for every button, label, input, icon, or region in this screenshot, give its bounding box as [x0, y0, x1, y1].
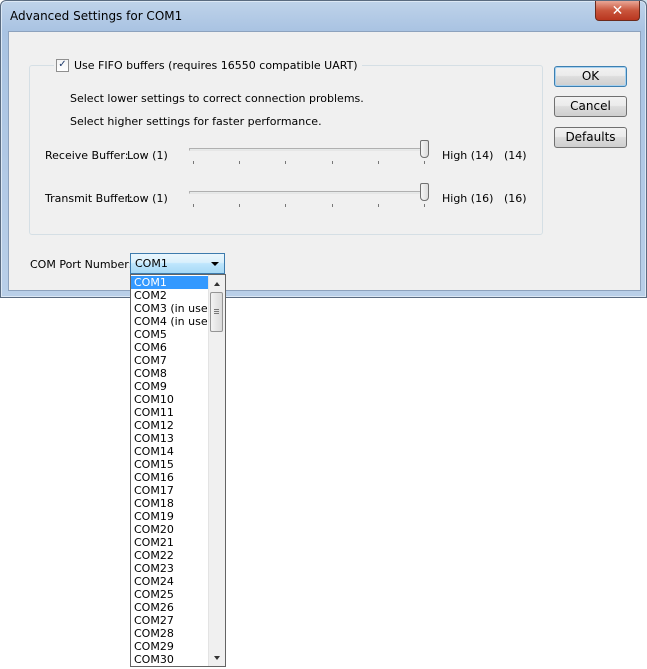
com-port-option[interactable]: COM30: [131, 653, 209, 666]
scrollbar-thumb[interactable]: [210, 292, 223, 332]
com-port-option[interactable]: COM21: [131, 536, 209, 549]
com-port-option[interactable]: COM16: [131, 471, 209, 484]
com-port-option[interactable]: COM17: [131, 484, 209, 497]
grip-line: [214, 313, 219, 314]
checkmark-icon: ✓: [58, 59, 67, 70]
com-port-option[interactable]: COM29: [131, 640, 209, 653]
com-port-dropdown-list[interactable]: COM1 COM2 COM3 (in use) COM4 (in use) COM5 CO…: [130, 274, 226, 667]
com-port-option[interactable]: COM26: [131, 601, 209, 614]
chevron-down-icon[interactable]: [211, 262, 219, 266]
com-port-option[interactable]: COM8: [131, 367, 209, 380]
transmit-buffer-label: Transmit Buffer:: [45, 192, 133, 205]
transmit-high-label: High (16): [442, 192, 494, 205]
scroll-up-button[interactable]: [209, 275, 225, 292]
dialog-window: Advanced Settings for COM1 ✕ ✓ Use FIFO …: [0, 0, 647, 298]
fifo-label: Use FIFO buffers (requires 16550 compati…: [74, 58, 358, 72]
arrow-down-icon: [214, 655, 220, 660]
slider-tick: [378, 161, 379, 164]
ok-button[interactable]: OK: [554, 66, 627, 87]
fifo-checkbox-row[interactable]: ✓ Use FIFO buffers (requires 16550 compa…: [54, 57, 362, 73]
slider-tick: [285, 161, 286, 164]
com-port-option[interactable]: COM13: [131, 432, 209, 445]
slider-tick: [378, 204, 379, 207]
slider-tick: [193, 204, 194, 207]
slider-tick: [285, 204, 286, 207]
receive-high-label: High (14): [442, 149, 494, 162]
com-port-option[interactable]: COM5: [131, 328, 209, 341]
close-icon: ✕: [611, 2, 624, 19]
receive-slider-track: [189, 148, 429, 151]
com-port-option[interactable]: COM22: [131, 549, 209, 562]
close-button[interactable]: ✕: [595, 1, 640, 21]
slider-tick: [424, 204, 425, 207]
com-port-option[interactable]: COM6: [131, 341, 209, 354]
com-port-label: COM Port Number:: [30, 258, 133, 271]
com-port-option[interactable]: COM2: [131, 289, 209, 302]
com-port-option[interactable]: COM3 (in use): [131, 302, 212, 315]
com-port-option[interactable]: COM20: [131, 523, 209, 536]
transmit-low-label: Low (1): [127, 192, 168, 205]
grip-line: [214, 311, 219, 312]
hint-lower: Select lower settings to correct connect…: [70, 92, 364, 105]
cancel-button[interactable]: Cancel: [554, 96, 627, 117]
com-port-option[interactable]: COM19: [131, 510, 209, 523]
slider-tick: [239, 161, 240, 164]
transmit-value: (16): [504, 192, 527, 205]
transmit-slider-track: [189, 191, 429, 194]
com-port-options: COM1 COM2 COM3 (in use) COM4 (in use) COM5 CO…: [131, 276, 212, 666]
receive-low-label: Low (1): [127, 149, 168, 162]
transmit-slider-thumb[interactable]: [420, 183, 429, 201]
receive-value: (14): [504, 149, 527, 162]
dropdown-scrollbar[interactable]: [208, 275, 225, 666]
com-port-option[interactable]: COM25: [131, 588, 209, 601]
receive-buffer-label: Receive Buffer:: [45, 149, 129, 162]
com-port-option[interactable]: COM27: [131, 614, 209, 627]
com-port-option[interactable]: COM1: [131, 276, 209, 289]
scroll-down-button[interactable]: [209, 649, 225, 666]
defaults-button[interactable]: Defaults: [554, 127, 627, 148]
com-port-option[interactable]: COM4 (in use): [131, 315, 212, 328]
hint-higher: Select higher settings for faster perfor…: [70, 115, 322, 128]
com-port-selected: COM1: [135, 257, 168, 270]
com-port-option[interactable]: COM10: [131, 393, 209, 406]
com-port-option[interactable]: COM18: [131, 497, 209, 510]
title-bar[interactable]: Advanced Settings for COM1 ✕: [1, 1, 646, 31]
slider-tick: [332, 204, 333, 207]
receive-slider-thumb[interactable]: [420, 140, 429, 158]
com-port-combobox[interactable]: COM1: [130, 253, 225, 274]
com-port-option[interactable]: COM28: [131, 627, 209, 640]
com-port-option[interactable]: COM15: [131, 458, 209, 471]
slider-tick: [239, 204, 240, 207]
slider-tick: [193, 161, 194, 164]
arrow-up-icon: [214, 281, 220, 286]
fifo-checkbox[interactable]: ✓: [56, 58, 69, 72]
com-port-option[interactable]: COM14: [131, 445, 209, 458]
com-port-option[interactable]: COM11: [131, 406, 209, 419]
window-title: Advanced Settings for COM1: [10, 9, 183, 23]
com-port-option[interactable]: COM24: [131, 575, 209, 588]
com-port-option[interactable]: COM12: [131, 419, 209, 432]
com-port-option[interactable]: COM7: [131, 354, 209, 367]
com-port-option[interactable]: COM23: [131, 562, 209, 575]
dialog-client-area: ✓ Use FIFO buffers (requires 16550 compa…: [8, 31, 641, 291]
receive-buffer-slider[interactable]: [189, 140, 429, 164]
transmit-buffer-slider[interactable]: [189, 183, 429, 207]
grip-line: [214, 309, 219, 310]
slider-tick: [424, 161, 425, 164]
slider-tick: [332, 161, 333, 164]
com-port-option[interactable]: COM9: [131, 380, 209, 393]
